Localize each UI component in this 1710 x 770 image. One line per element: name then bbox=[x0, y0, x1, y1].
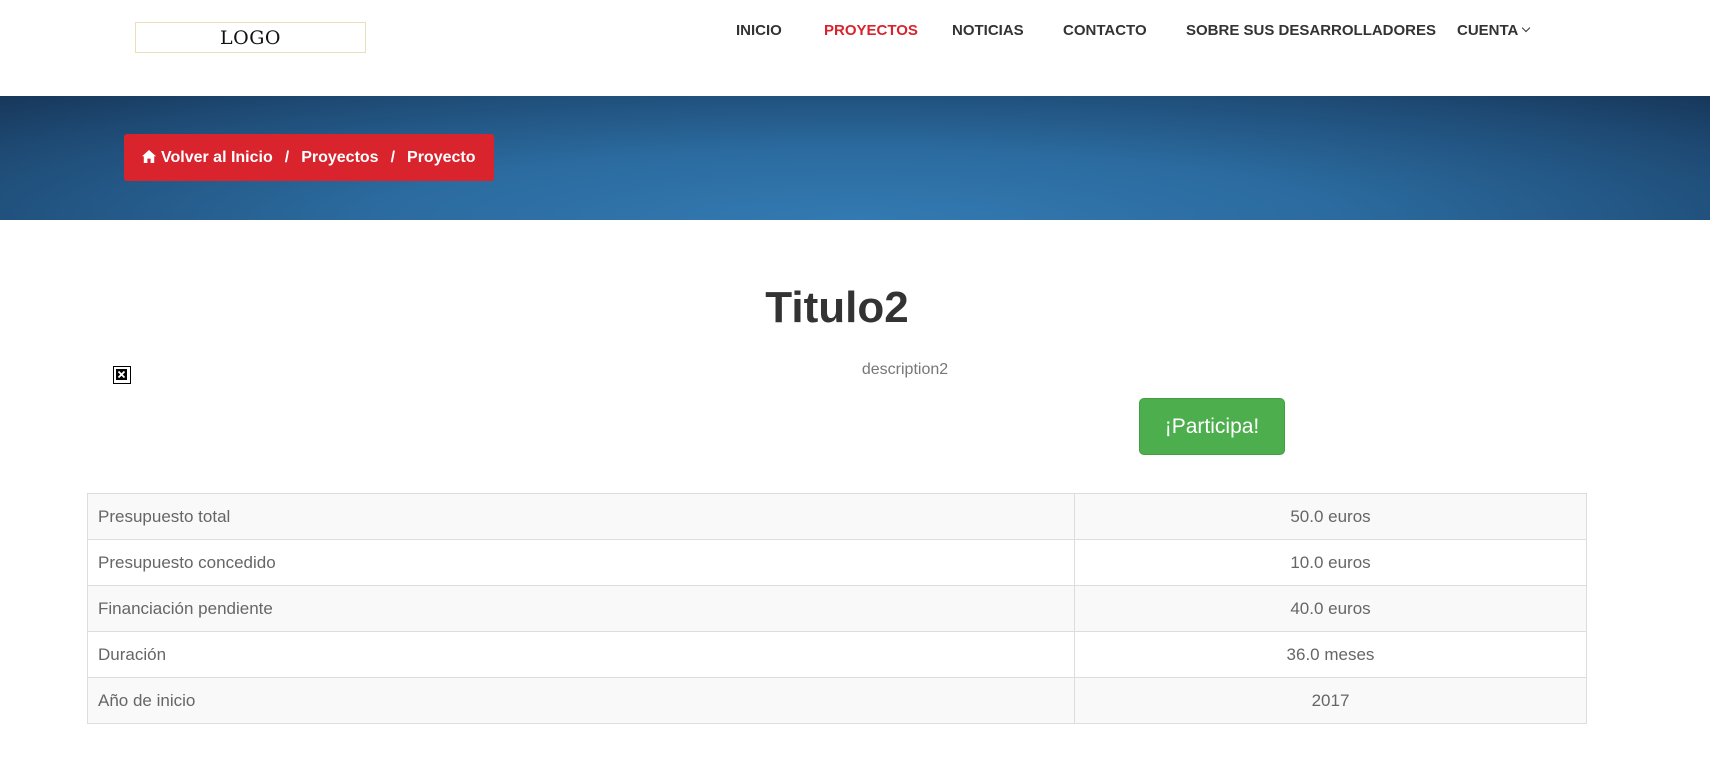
breadcrumb-separator: / bbox=[390, 148, 396, 166]
main-nav: INICIO PROYECTOS NOTICIAS CONTACTO SOBRE… bbox=[0, 21, 1710, 43]
breadcrumb-separator: / bbox=[284, 148, 290, 166]
detail-label: Año de inicio bbox=[87, 677, 1075, 724]
breadcrumb-home-label: Volver al Inicio bbox=[161, 148, 273, 166]
table-row: Presupuesto total 50.0 euros bbox=[87, 493, 1587, 540]
detail-value: 10.0 euros bbox=[1074, 539, 1587, 586]
detail-label: Presupuesto concedido bbox=[87, 539, 1075, 586]
breadcrumb-home-link[interactable]: Volver al Inicio bbox=[142, 149, 273, 167]
nav-item-cuenta[interactable]: CUENTA bbox=[1457, 21, 1531, 41]
nav-item-noticias[interactable]: NOTICIAS bbox=[952, 21, 1024, 41]
table-row: Financiación pendiente 40.0 euros bbox=[87, 585, 1587, 632]
nav-item-sobre-sus-desarrolladores[interactable]: SOBRE SUS DESARROLLADORES bbox=[1186, 21, 1436, 41]
breadcrumb-current: Proyecto bbox=[407, 148, 476, 166]
chevron-down-icon bbox=[1522, 23, 1531, 33]
table-row: Duración 36.0 meses bbox=[87, 631, 1587, 678]
detail-value: 36.0 meses bbox=[1074, 631, 1587, 678]
nav-item-cuenta-label: CUENTA bbox=[1457, 22, 1519, 39]
page-title: Titulo2 bbox=[765, 283, 909, 332]
breadcrumb: Volver al Inicio / Proyectos / Proyecto bbox=[124, 134, 494, 181]
nav-item-proyectos[interactable]: PROYECTOS bbox=[824, 21, 918, 41]
detail-value: 40.0 euros bbox=[1074, 585, 1587, 632]
detail-label: Presupuesto total bbox=[87, 493, 1075, 540]
site-header: LOGO INICIO PROYECTOS NOTICIAS CONTACTO … bbox=[0, 0, 1710, 96]
detail-label: Financiación pendiente bbox=[87, 585, 1075, 632]
nav-item-inicio[interactable]: INICIO bbox=[736, 21, 782, 41]
detail-value: 2017 bbox=[1074, 677, 1587, 724]
detail-value: 50.0 euros bbox=[1074, 493, 1587, 540]
home-icon bbox=[142, 149, 156, 163]
table-row: Presupuesto concedido 10.0 euros bbox=[87, 539, 1587, 586]
table-row: Año de inicio 2017 bbox=[87, 677, 1587, 724]
page-banner: Volver al Inicio / Proyectos / Proyecto bbox=[0, 96, 1710, 220]
nav-item-contacto[interactable]: CONTACTO bbox=[1063, 21, 1147, 41]
project-description: description2 bbox=[861, 361, 949, 378]
participate-button[interactable]: ¡Participa! bbox=[1139, 398, 1285, 455]
project-details-table: Presupuesto total 50.0 euros Presupuesto… bbox=[87, 493, 1587, 724]
breadcrumb-proyectos-link[interactable]: Proyectos bbox=[301, 149, 378, 167]
detail-label: Duración bbox=[87, 631, 1075, 678]
